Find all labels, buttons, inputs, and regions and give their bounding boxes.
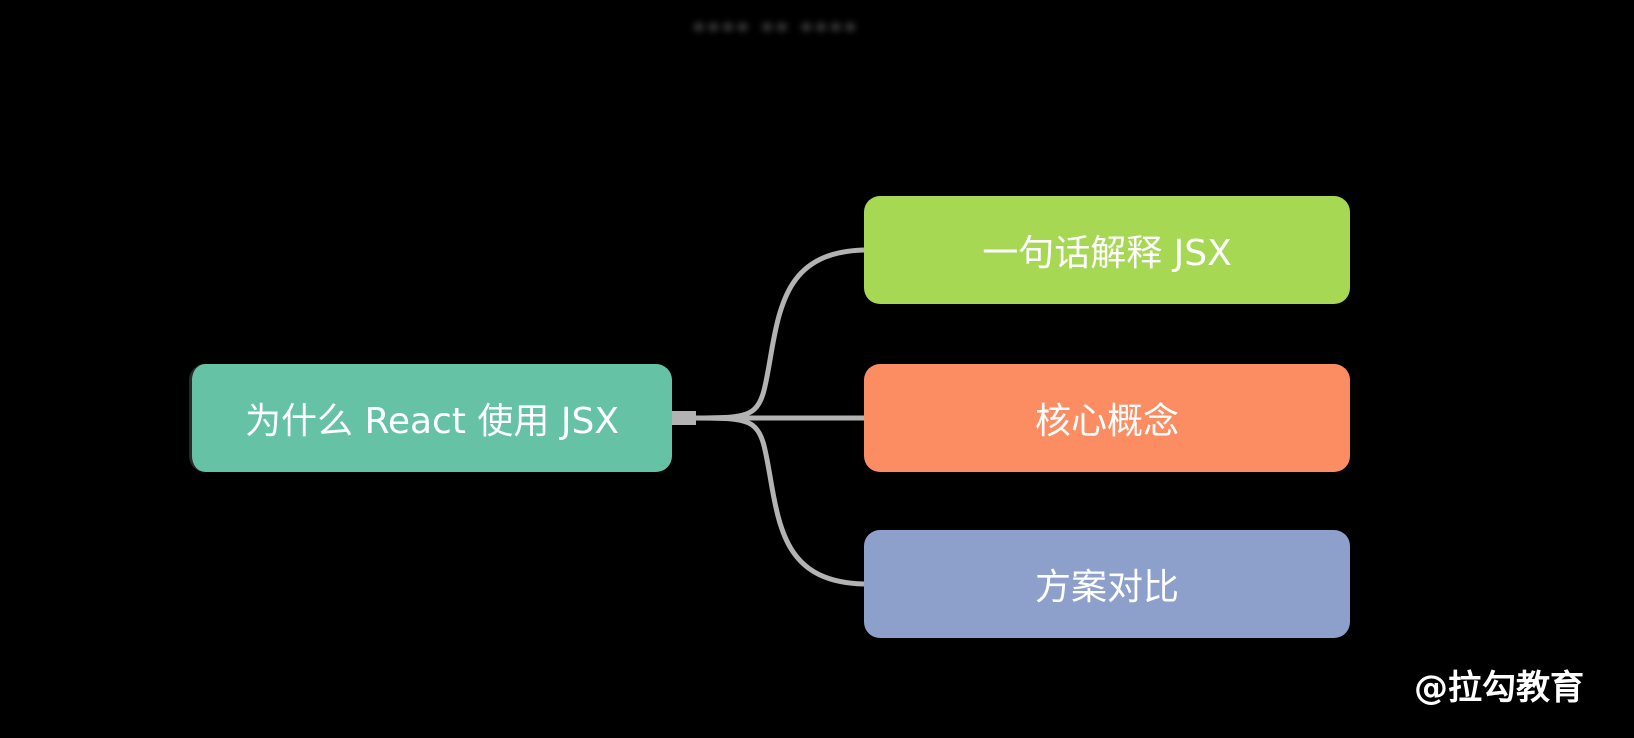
child-node-solution-comparison[interactable]: 方案对比 xyxy=(864,530,1350,638)
connector-root-to-child-3 xyxy=(689,415,865,587)
mindmap-canvas: **** ** **** 为什么 React 使用 JSX 一句话解释 JSX … xyxy=(0,0,1634,738)
child-node-one-sentence-jsx[interactable]: 一句话解释 JSX xyxy=(864,196,1350,304)
child-node-label: 一句话解释 JSX xyxy=(982,233,1232,274)
child-node-label: 方案对比 xyxy=(1034,567,1179,608)
root-node[interactable]: 为什么 React 使用 JSX xyxy=(189,364,672,472)
child-node-label: 核心概念 xyxy=(1034,401,1179,442)
child-node-core-concepts[interactable]: 核心概念 xyxy=(864,364,1350,472)
watermark-logo: @拉勾教育 xyxy=(1414,668,1584,708)
connector-root-to-child-1 xyxy=(689,247,865,421)
root-node-label: 为什么 React 使用 JSX xyxy=(245,401,619,442)
